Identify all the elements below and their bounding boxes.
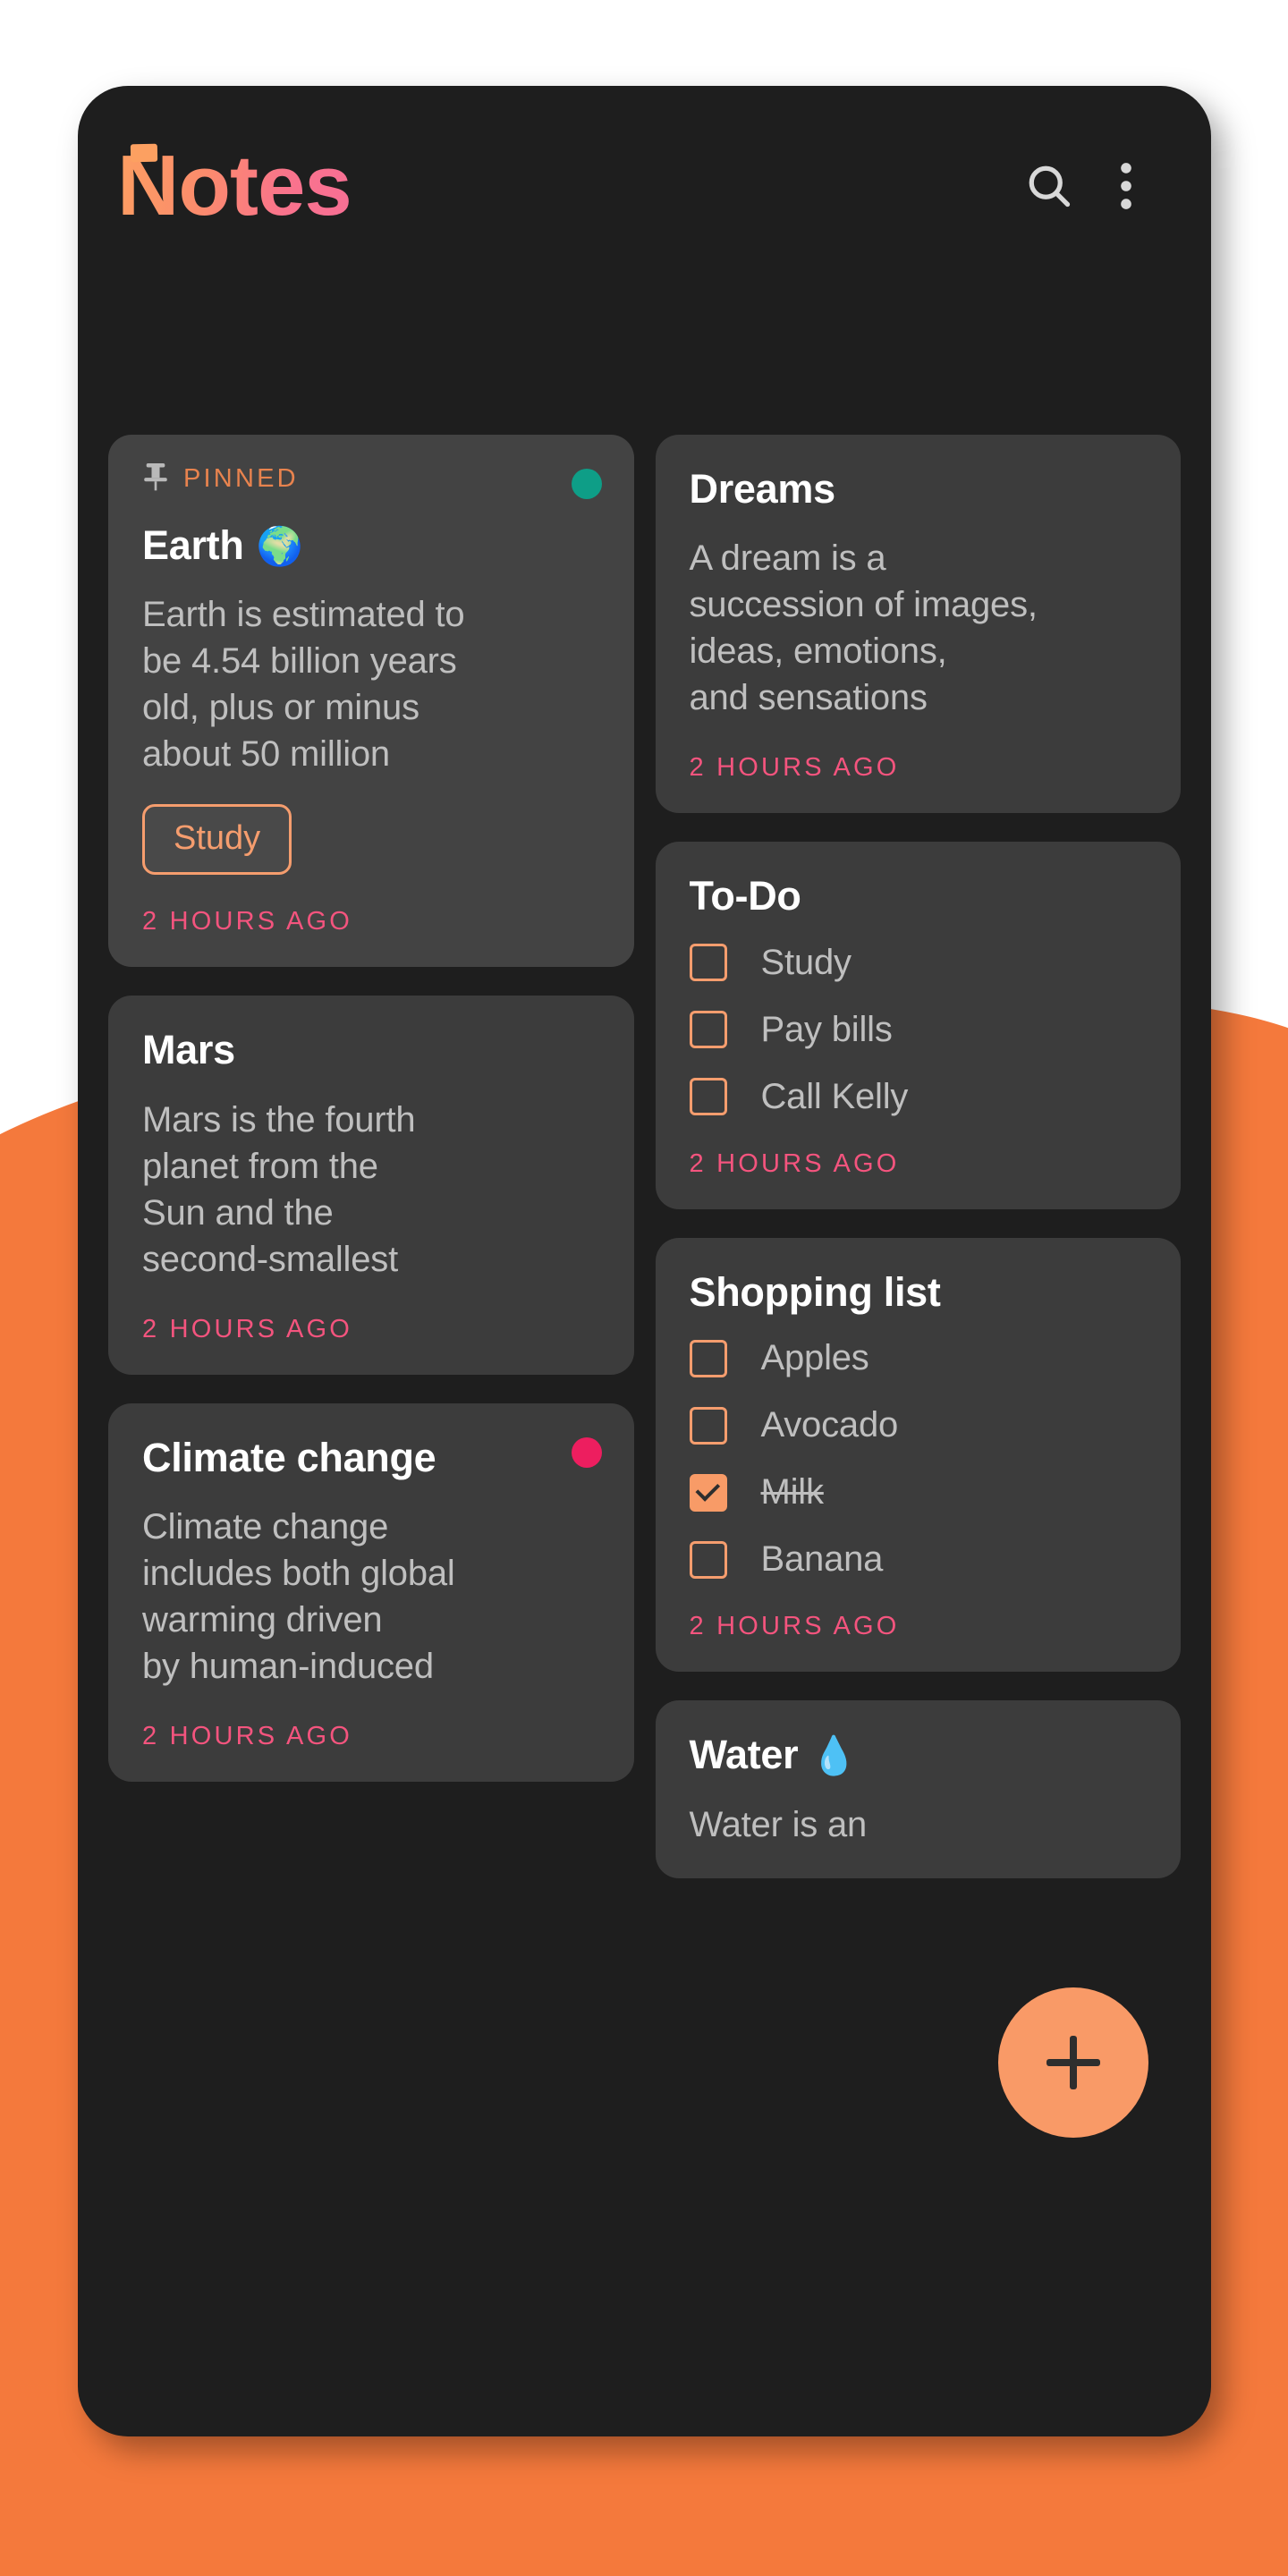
note-body: A dream is a succession of images, ideas… xyxy=(689,538,1038,718)
checklist-item-label: Call Kelly xyxy=(760,1076,909,1116)
note-title: Shopping list xyxy=(689,1268,941,1315)
checklist-card[interactable]: Shopping list Apples Avocado Milk Banana… xyxy=(655,1237,1181,1673)
checkbox-icon[interactable] xyxy=(689,1339,727,1377)
checklist-item-label: Avocado xyxy=(760,1405,899,1445)
pinned-label: PINNED xyxy=(183,464,299,493)
app-bar: Notes xyxy=(78,86,1211,286)
checklist-item[interactable]: Apples xyxy=(689,1338,1148,1378)
checklist-item-label: Study xyxy=(760,942,852,982)
checklist-item[interactable]: Call Kelly xyxy=(689,1076,1148,1117)
add-note-fab[interactable] xyxy=(998,1987,1148,2138)
checklist-card[interactable]: To-Do Study Pay bills Call Kelly 2 HOURS… xyxy=(655,842,1181,1209)
checklist: Study Pay bills Call Kelly xyxy=(689,942,1148,1117)
checkbox-icon[interactable] xyxy=(689,1406,727,1445)
checklist-item[interactable]: Banana xyxy=(689,1539,1148,1580)
note-timestamp: 2 HOURS AGO xyxy=(689,1148,900,1178)
phone-screen: Notes PINNED Earth 🌍 Earth is estimated … xyxy=(78,86,1211,2436)
search-button[interactable] xyxy=(1011,148,1088,225)
checkbox-icon[interactable] xyxy=(689,944,727,982)
checklist-item-label: Milk xyxy=(760,1472,824,1513)
note-title-row: Shopping list xyxy=(689,1268,1148,1315)
note-title: Mars xyxy=(142,1027,235,1073)
note-timestamp: 2 HOURS AGO xyxy=(689,753,900,783)
note-body: Earth is estimated to be 4.54 billion ye… xyxy=(142,595,465,775)
checklist-item-label: Banana xyxy=(760,1539,884,1580)
note-timestamp: 2 HOURS AGO xyxy=(142,907,353,936)
note-color-dot xyxy=(571,1436,602,1468)
search-icon xyxy=(1022,159,1076,213)
note-title: To-Do xyxy=(689,873,801,919)
checkbox-checked-icon[interactable] xyxy=(689,1473,727,1512)
checklist-item[interactable]: Pay bills xyxy=(689,1009,1148,1050)
checklist-item-label: Apples xyxy=(760,1338,869,1378)
notes-column-left: PINNED Earth 🌍 Earth is estimated to be … xyxy=(108,435,634,1783)
note-title-row: Water 💧 xyxy=(689,1732,1148,1778)
note-title-row: Earth 🌍 xyxy=(142,522,600,568)
checklist-item[interactable]: Avocado xyxy=(689,1405,1148,1445)
note-title: Dreams xyxy=(689,466,836,512)
overflow-menu-button[interactable] xyxy=(1088,148,1165,225)
notes-column-right: Dreams A dream is a succession of images… xyxy=(655,435,1181,1878)
checkbox-icon[interactable] xyxy=(689,1011,727,1049)
checkbox-icon[interactable] xyxy=(689,1078,727,1116)
note-card[interactable]: Climate change Climate change includes b… xyxy=(108,1402,634,1783)
note-color-dot xyxy=(571,469,602,499)
note-body: Climate change includes both global warm… xyxy=(142,1507,455,1687)
earth-globe-emoji: 🌍 xyxy=(256,524,303,567)
checklist-item[interactable]: Study xyxy=(689,942,1148,983)
pencil-nib-icon xyxy=(130,143,158,163)
note-body: Mars is the fourth planet from the Sun a… xyxy=(142,1099,416,1279)
note-timestamp: 2 HOURS AGO xyxy=(142,1314,353,1343)
note-title: Earth xyxy=(142,522,244,568)
note-timestamp: 2 HOURS AGO xyxy=(142,1722,353,1751)
checklist: Apples Avocado Milk Banana xyxy=(689,1338,1148,1580)
more-vertical-icon xyxy=(1105,160,1148,212)
note-title-row: To-Do xyxy=(689,873,1148,919)
water-droplet-emoji: 💧 xyxy=(810,1733,858,1776)
note-title: Climate change xyxy=(142,1434,436,1480)
plus-icon xyxy=(1046,2036,1100,2089)
note-title-row: Dreams xyxy=(689,466,1148,512)
note-tag[interactable]: Study xyxy=(142,804,292,876)
pin-icon xyxy=(142,462,169,496)
pinned-row: PINNED xyxy=(142,462,600,496)
note-timestamp: 2 HOURS AGO xyxy=(689,1612,900,1641)
checklist-item-label: Pay bills xyxy=(760,1009,893,1049)
checkbox-icon[interactable] xyxy=(689,1540,727,1579)
note-body: Water is an xyxy=(689,1804,868,1844)
note-card[interactable]: PINNED Earth 🌍 Earth is estimated to be … xyxy=(108,435,634,968)
note-title-row: Mars xyxy=(142,1027,600,1073)
note-title-row: Climate change xyxy=(142,1434,600,1480)
note-title: Water xyxy=(689,1732,799,1778)
note-card[interactable]: Mars Mars is the fourth planet from the … xyxy=(108,996,634,1375)
checklist-item[interactable]: Milk xyxy=(689,1472,1148,1513)
app-title: Notes xyxy=(112,143,352,229)
note-card[interactable]: Dreams A dream is a succession of images… xyxy=(655,435,1181,814)
note-card[interactable]: Water 💧 Water is an xyxy=(655,1700,1181,1878)
